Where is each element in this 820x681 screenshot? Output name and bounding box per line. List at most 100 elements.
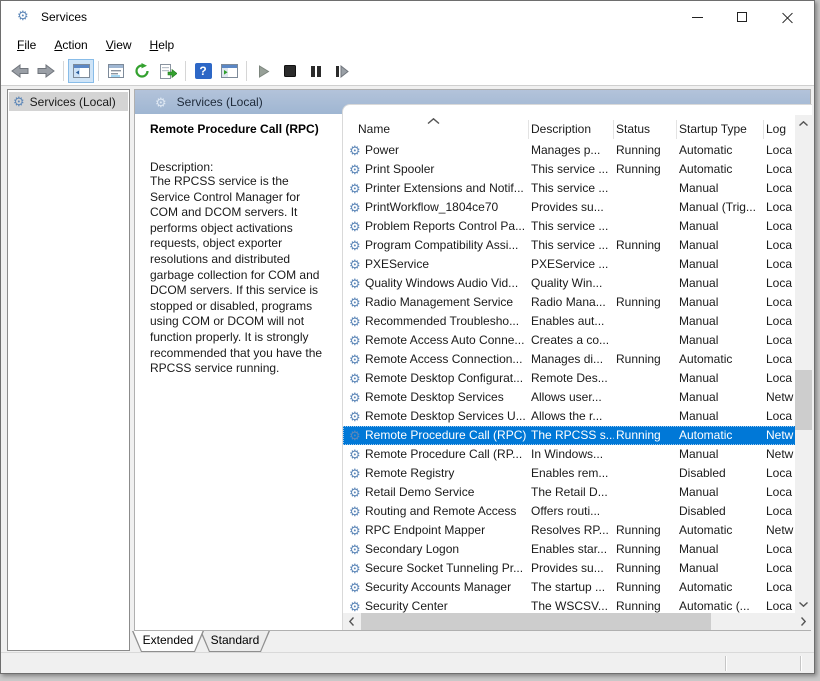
help-button[interactable]: ? (190, 59, 216, 83)
service-name: Retail Demo Service (365, 483, 526, 502)
tab-standard[interactable]: Standard (200, 631, 270, 652)
close-icon (782, 12, 793, 23)
properties-button[interactable] (103, 59, 129, 83)
table-row[interactable]: ⚙Remote Access Auto Conne... Creates a c… (343, 331, 796, 350)
horizontal-scrollbar[interactable] (343, 613, 812, 630)
service-status-cell: Running (616, 521, 676, 540)
service-name-cell: ⚙Printer Extensions and Notif... (343, 179, 528, 198)
service-status-cell (616, 217, 676, 236)
show-console-tree-button[interactable] (68, 59, 94, 83)
table-row[interactable]: ⚙Printer Extensions and Notif... This se… (343, 179, 796, 198)
table-row[interactable]: ⚙Remote Registry Enables rem... Disabled… (343, 464, 796, 483)
scroll-up-button[interactable] (795, 115, 812, 132)
pause-service-button[interactable] (303, 59, 329, 83)
column-divider[interactable] (676, 120, 677, 139)
service-name: Security Accounts Manager (365, 578, 526, 597)
table-row[interactable]: ⚙Remote Access Connection... Manages di.… (343, 350, 796, 369)
service-gear-icon: ⚙ (349, 562, 361, 575)
horizontal-scroll-thumb[interactable] (361, 613, 711, 630)
service-logon-cell: Loca (766, 293, 796, 312)
service-name: Remote Procedure Call (RPC) (365, 426, 526, 445)
service-status-cell (616, 198, 676, 217)
stop-icon (284, 65, 296, 77)
table-row[interactable]: ⚙PXEService PXEService ... Manual Loca (343, 255, 796, 274)
column-header-log-on-as[interactable]: Log (766, 122, 794, 136)
maximize-button[interactable] (720, 1, 765, 33)
service-name: RPC Endpoint Mapper (365, 521, 526, 540)
scroll-left-button[interactable] (343, 613, 360, 630)
service-startup-cell: Manual (679, 369, 764, 388)
refresh-button[interactable] (129, 59, 155, 83)
stop-service-button[interactable] (277, 59, 303, 83)
service-name-cell: ⚙Secure Socket Tunneling Pr... (343, 559, 528, 578)
service-name: Printer Extensions and Notif... (365, 179, 526, 198)
column-header-status[interactable]: Status (616, 122, 673, 136)
export-list-button[interactable] (155, 59, 181, 83)
description-label: Description: (150, 160, 330, 174)
column-divider[interactable] (528, 120, 529, 139)
service-name: PXEService (365, 255, 526, 274)
column-divider[interactable] (763, 120, 764, 139)
service-name: Remote Procedure Call (RP... (365, 445, 526, 464)
service-startup-cell: Automatic (679, 521, 764, 540)
start-service-button[interactable] (251, 59, 277, 83)
service-name: Routing and Remote Access (365, 502, 526, 521)
scroll-down-button[interactable] (795, 596, 812, 613)
table-row[interactable]: ⚙Remote Procedure Call (RPC) The RPCSS s… (343, 426, 796, 445)
table-row[interactable]: ⚙Remote Desktop Services Allows user... … (343, 388, 796, 407)
service-name: PrintWorkflow_1804ce70 (365, 198, 526, 217)
table-row[interactable]: ⚙Secure Socket Tunneling Pr... Provides … (343, 559, 796, 578)
scroll-right-button[interactable] (795, 613, 812, 630)
service-name-cell: ⚙Program Compatibility Assi... (343, 236, 528, 255)
table-row[interactable]: ⚙Radio Management Service Radio Mana... … (343, 293, 796, 312)
vertical-scroll-thumb[interactable] (795, 370, 812, 430)
table-row[interactable]: ⚙Power Manages p... Running Automatic Lo… (343, 141, 796, 160)
table-row[interactable]: ⚙Remote Procedure Call (RP... In Windows… (343, 445, 796, 464)
vertical-scrollbar[interactable] (795, 115, 812, 613)
service-description-cell: Remote Des... (531, 369, 614, 388)
table-row[interactable]: ⚙Problem Reports Control Pa... This serv… (343, 217, 796, 236)
table-row[interactable]: ⚙Remote Desktop Configurat... Remote Des… (343, 369, 796, 388)
service-description-cell: Manages di... (531, 350, 614, 369)
minimize-button[interactable] (675, 1, 720, 33)
table-row[interactable]: ⚙Secondary Logon Enables star... Running… (343, 540, 796, 559)
table-row[interactable]: ⚙Retail Demo Service The Retail D... Man… (343, 483, 796, 502)
service-status-cell: Running (616, 540, 676, 559)
table-row[interactable]: ⚙RPC Endpoint Mapper Resolves RP... Runn… (343, 521, 796, 540)
service-name: Remote Desktop Configurat... (365, 369, 526, 388)
service-description-cell: Creates a co... (531, 331, 614, 350)
forward-button[interactable] (33, 59, 59, 83)
table-row[interactable]: ⚙Print Spooler This service ... Running … (343, 160, 796, 179)
table-row[interactable]: ⚙PrintWorkflow_1804ce70 Provides su... M… (343, 198, 796, 217)
table-row[interactable]: ⚙Security Accounts Manager The startup .… (343, 578, 796, 597)
show-action-pane-button[interactable] (216, 59, 242, 83)
table-row[interactable]: ⚙Quality Windows Audio Vid... Quality Wi… (343, 274, 796, 293)
menu-help[interactable]: Help (141, 35, 184, 55)
service-status-cell (616, 312, 676, 331)
back-button[interactable] (7, 59, 33, 83)
menu-action[interactable]: Action (45, 35, 96, 55)
service-status-cell: Running (616, 160, 676, 179)
service-logon-cell: Loca (766, 540, 796, 559)
service-name: Quality Windows Audio Vid... (365, 274, 526, 293)
column-header-startup-type[interactable]: Startup Type (679, 122, 761, 136)
close-button[interactable] (765, 1, 810, 33)
tab-extended[interactable]: Extended (132, 631, 204, 652)
menu-view[interactable]: View (97, 35, 141, 55)
menu-file[interactable]: File (8, 35, 45, 55)
table-row[interactable]: ⚙Program Compatibility Assi... This serv… (343, 236, 796, 255)
table-row[interactable]: ⚙Recommended Troublesho... Enables aut..… (343, 312, 796, 331)
service-name-cell: ⚙ PrintWorkflow_1804ce70 (343, 198, 528, 217)
service-gear-icon: ⚙ (349, 201, 361, 214)
column-divider[interactable] (613, 120, 614, 139)
service-description-cell: Provides su... (531, 559, 614, 578)
sidebar-item-services-local[interactable]: ⚙ Services (Local) (9, 92, 128, 111)
service-gear-icon: ⚙ (349, 429, 361, 442)
table-row[interactable]: ⚙Remote Desktop Services U... Allows the… (343, 407, 796, 426)
service-name: Remote Desktop Services U... (365, 407, 526, 426)
column-header-description[interactable]: Description (531, 122, 609, 136)
restart-service-button[interactable] (329, 59, 355, 83)
column-header-name[interactable]: Name (358, 122, 523, 136)
table-row[interactable]: ⚙Routing and Remote Access Offers routi.… (343, 502, 796, 521)
service-name-cell: ⚙Routing and Remote Access (343, 502, 528, 521)
